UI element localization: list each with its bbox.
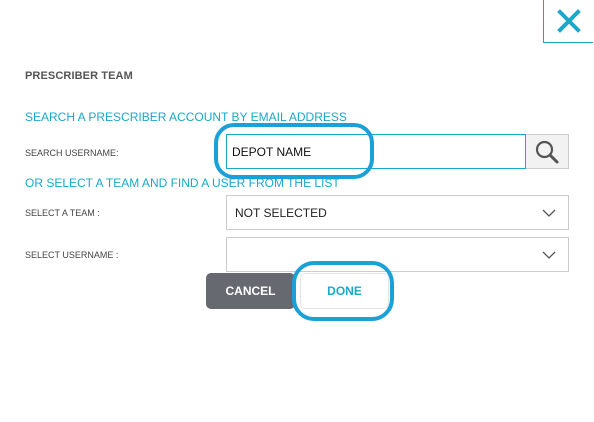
chevron-down-icon (542, 251, 556, 259)
select-username-dropdown[interactable] (226, 237, 569, 272)
done-button[interactable]: DONE (300, 273, 389, 309)
search-button[interactable] (526, 134, 569, 169)
cancel-button[interactable]: CANCEL (206, 273, 295, 309)
search-username-input[interactable] (226, 134, 526, 169)
select-team-value: NOT SELECTED (235, 205, 327, 220)
select-team-dropdown[interactable]: NOT SELECTED (226, 195, 569, 230)
select-team-label: SELECT A TEAM : (25, 208, 100, 218)
select-username-label: SELECT USERNAME : (25, 250, 119, 260)
search-username-label: SEARCH USERNAME: (25, 148, 119, 158)
team-section-label: OR SELECT A TEAM AND FIND A USER FROM TH… (25, 176, 340, 190)
close-button[interactable] (543, 0, 593, 43)
close-icon (556, 9, 581, 33)
search-section-label: SEARCH A PRESCRIBER ACCOUNT BY EMAIL ADD… (25, 110, 347, 124)
chevron-down-icon (542, 209, 556, 217)
search-icon (535, 140, 559, 163)
dialog-title: PRESCRIBER TEAM (25, 70, 133, 82)
